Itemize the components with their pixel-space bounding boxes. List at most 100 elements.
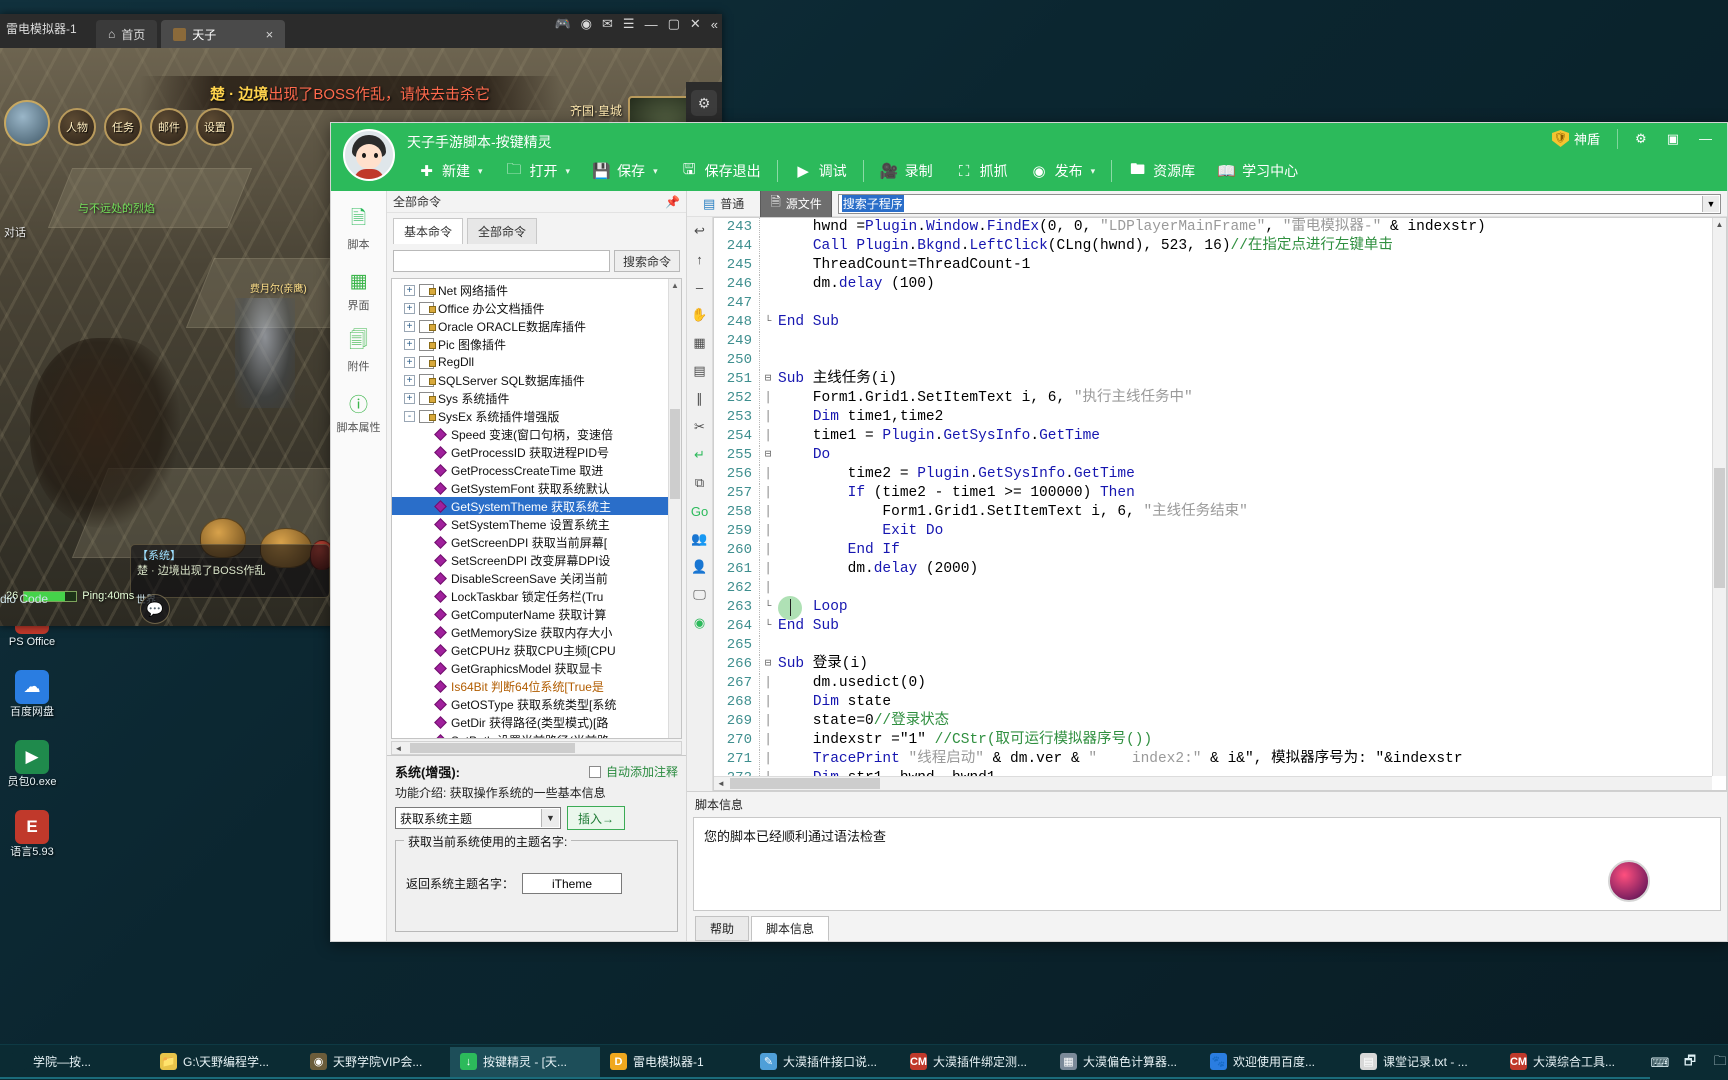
tab-help[interactable]: 帮助 — [695, 916, 750, 941]
code-line[interactable]: 260 │ End If — [714, 541, 1712, 560]
code-line[interactable]: 251 ⊟ Sub 主线任务(i) — [714, 370, 1712, 389]
code-line[interactable]: 249 — [714, 332, 1712, 351]
code-line[interactable]: 265 — [714, 636, 1712, 655]
tab-basic-commands[interactable]: 基本命令 — [393, 218, 464, 244]
taskbar-button[interactable]: ▤ 课堂记录.txt - ... — [1350, 1047, 1500, 1079]
shield-button[interactable]: 🛡 神盾 — [1543, 125, 1609, 152]
code-vscrollbar[interactable]: ▲ — [1712, 218, 1726, 776]
publish-button[interactable]: ◉ 发布 ▾ — [1020, 157, 1106, 185]
tree-plugin-node[interactable]: + Pic 图像插件 — [392, 335, 668, 353]
chevron-down-icon[interactable]: ▼ — [541, 809, 559, 827]
close-icon[interactable]: ✕ — [690, 16, 701, 32]
code-line[interactable]: 266 ⊟ Sub 登录(i) — [714, 655, 1712, 674]
scroll-thumb[interactable] — [730, 778, 880, 789]
game-chatbox[interactable]: 【系统】 楚 · 边境出现了BOSS作乱 — [130, 544, 330, 598]
code-line[interactable]: 270 │ indexstr ="1" //CStr(取可运行模拟器序号()) — [714, 731, 1712, 750]
chevron-down-icon[interactable]: ▾ — [478, 166, 483, 177]
code-line[interactable]: 243 hwnd =Plugin.Window.FindEx(0, 0, "LD… — [714, 218, 1712, 237]
tree-command-node[interactable]: GetGraphicsModel 获取显卡 — [392, 659, 668, 677]
chevron-down-icon[interactable]: ▼ — [1702, 195, 1719, 212]
expand-icon[interactable]: + — [404, 374, 415, 386]
tree-command-node[interactable]: GetDir 获得路径(类型模式)[路 — [392, 713, 668, 731]
menu-icon[interactable]: ☰ — [623, 16, 635, 32]
insert-button[interactable]: 插入→ — [567, 806, 626, 830]
code-line[interactable]: 268 │ Dim state — [714, 693, 1712, 712]
taskbar-button[interactable]: D 雷电模拟器-1 — [600, 1047, 750, 1079]
code-line[interactable]: 272│ Dim str1, hwnd, hwnd1 — [714, 769, 1712, 776]
expand-icon[interactable]: + — [404, 338, 415, 350]
code-line[interactable]: 246 dm.delay (100) — [714, 275, 1712, 294]
function-select[interactable]: 获取系统主题 ▼ — [395, 807, 561, 829]
tree-command-node[interactable]: SetScreenDPI 改变屏幕DPI设 — [392, 551, 668, 569]
mail-icon[interactable]: ✉ — [602, 16, 613, 32]
code-lines[interactable]: 243 hwnd =Plugin.Window.FindEx(0, 0, "LD… — [714, 218, 1712, 776]
fold-marker-icon[interactable]: │ — [760, 522, 776, 541]
tree-plugin-node[interactable]: + RegDll — [392, 353, 668, 371]
code-line[interactable]: 247 — [714, 294, 1712, 313]
hud-button-settings[interactable]: 设置 — [196, 108, 234, 146]
scroll-thumb[interactable] — [410, 743, 575, 753]
code-editor[interactable]: 243 hwnd =Plugin.Window.FindEx(0, 0, "LD… — [713, 217, 1727, 791]
fold-marker-icon[interactable]: │ — [760, 484, 776, 503]
code-line[interactable]: 244 Call Plugin.Bkgnd.LeftClick(CLng(hwn… — [714, 237, 1712, 256]
scroll-up-icon[interactable]: ▲ — [669, 279, 681, 292]
expand-icon[interactable]: + — [404, 320, 415, 332]
code-line[interactable]: 257 │ If (time2 - time1 >= 100000) Then — [714, 484, 1712, 503]
gear-icon[interactable]: ⚙ — [691, 90, 717, 116]
people2-icon[interactable]: 👤 — [690, 557, 710, 577]
code-line[interactable]: 253 │ Dim time1,time2 — [714, 408, 1712, 427]
desktop-icon[interactable]: ▶ 员包0.exe — [0, 740, 64, 788]
emulator-tab-home[interactable]: ⌂ 首页 — [96, 20, 158, 48]
fold-marker-icon[interactable]: └ — [760, 617, 776, 636]
fold-marker-icon[interactable]: │ — [760, 389, 776, 408]
fold-marker-icon[interactable]: │ — [760, 560, 776, 579]
taskbar-button[interactable]: CM 大漠综合工具... — [1500, 1047, 1650, 1079]
fold-marker-icon[interactable]: │ — [760, 731, 776, 750]
expand-icon[interactable]: + — [404, 356, 415, 368]
code-line[interactable]: 256 │ time2 = Plugin.GetSysInfo.GetTime — [714, 465, 1712, 484]
fold-marker-icon[interactable]: │ — [760, 769, 776, 776]
auto-comment-checkbox[interactable]: 自动添加注释 — [588, 763, 678, 780]
tree-command-node[interactable]: GetOSType 获取系统类型[系统 — [392, 695, 668, 713]
taskbar-button[interactable]: ▦ 大漠偏色计算器... — [1050, 1047, 1200, 1079]
keyboard-icon[interactable]: ⌨ — [1650, 1053, 1670, 1073]
taskbar-button[interactable]: ◉ 天野学院VIP会... — [300, 1047, 450, 1079]
command-tree-vscrollbar[interactable]: ▲ — [668, 279, 681, 738]
maximize-icon[interactable]: ▢ — [668, 16, 680, 32]
code-line[interactable]: 261 │ dm.delay (2000) — [714, 560, 1712, 579]
code-line[interactable]: 269 │ state=0//登录状态 — [714, 712, 1712, 731]
tab-all-commands[interactable]: 全部命令 — [467, 218, 538, 244]
desktop-icon[interactable]: ☁ 百度网盘 — [0, 670, 64, 718]
tab-source-file[interactable]: 🗎 源文件 — [760, 188, 832, 219]
tree-command-node[interactable]: GetComputerName 获取计算 — [392, 605, 668, 623]
tree-plugin-node[interactable]: + Oracle ORACLE数据库插件 — [392, 317, 668, 335]
taskbar-button[interactable]: 学院—按... — [0, 1047, 150, 1079]
rail-item-ui[interactable]: ▦ 界面 — [333, 262, 385, 319]
scroll-thumb[interactable] — [670, 409, 680, 499]
fold-marker-icon[interactable]: │ — [760, 503, 776, 522]
tab-script-info[interactable]: 脚本信息 — [751, 916, 830, 941]
scroll-left-icon[interactable]: ◄ — [714, 777, 728, 790]
fold-marker-icon[interactable]: │ — [760, 693, 776, 712]
code-line[interactable]: 259 │ Exit Do — [714, 522, 1712, 541]
hud-button-character[interactable]: 人物 — [58, 108, 96, 146]
minimize-button[interactable]: — — [1690, 127, 1721, 150]
minus-icon[interactable]: – — [690, 277, 710, 297]
fold-marker-icon[interactable]: │ — [760, 750, 776, 769]
hud-button-mail[interactable]: 邮件 — [150, 108, 188, 146]
rail-item-script-props[interactable]: ⓘ 脚本属性 — [333, 384, 385, 441]
fold-marker-icon[interactable]: │ — [760, 712, 776, 731]
arrow-loop-icon[interactable]: ↵ — [690, 445, 710, 465]
command-tree[interactable]: + Net 网络插件 + Office 办公文档插件 + Oracle ORACLE数据库… — [391, 278, 682, 739]
code-line[interactable]: 248 └ End Sub — [714, 313, 1712, 332]
code-line[interactable]: 255 ⊟ Do — [714, 446, 1712, 465]
grid-icon[interactable]: ▦ — [690, 333, 710, 353]
expand-icon[interactable]: + — [404, 302, 415, 314]
theme-name-input[interactable] — [522, 873, 623, 894]
learn-center-button[interactable]: 📖 学习中心 — [1207, 157, 1308, 185]
record-button[interactable]: 🎥 录制 — [870, 157, 943, 185]
settings-button[interactable]: ⚙ — [1626, 127, 1656, 151]
hand-icon[interactable]: ✋ — [690, 305, 710, 325]
scroll-up-icon[interactable]: ▲ — [1713, 218, 1726, 232]
collapse-icon[interactable]: - — [404, 410, 415, 422]
